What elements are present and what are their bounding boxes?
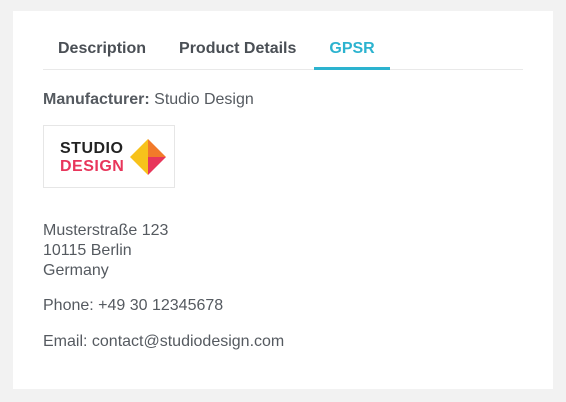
tab-product-details[interactable]: Product Details <box>179 35 296 68</box>
address-country: Germany <box>43 262 109 279</box>
tab-bar: Description Product Details GPSR <box>43 35 523 70</box>
manufacturer-logo: STUDIO DESIGN <box>43 125 175 188</box>
phone-text: Phone: +49 30 12345678 <box>43 297 224 314</box>
tab-description[interactable]: Description <box>58 35 146 68</box>
logo-text-studio: STUDIO <box>60 140 124 157</box>
address-city: 10115 Berlin <box>43 242 132 259</box>
logo-diamond-icon <box>130 139 166 175</box>
logo-text-design: DESIGN <box>60 158 125 175</box>
address-street: Musterstraße 123 <box>43 222 169 239</box>
address-block: Musterstraße 123 10115 Berlin Germany <box>43 221 168 281</box>
manufacturer-value: Studio Design <box>154 91 254 108</box>
manufacturer-label: Manufacturer: <box>43 91 150 108</box>
manufacturer-row: Manufacturer: Studio Design <box>43 91 254 109</box>
gpsr-card: Description Product Details GPSR Manufac… <box>13 11 553 389</box>
tab-gpsr[interactable]: GPSR <box>314 35 391 70</box>
email-text: Email: contact@studiodesign.com <box>43 333 285 350</box>
